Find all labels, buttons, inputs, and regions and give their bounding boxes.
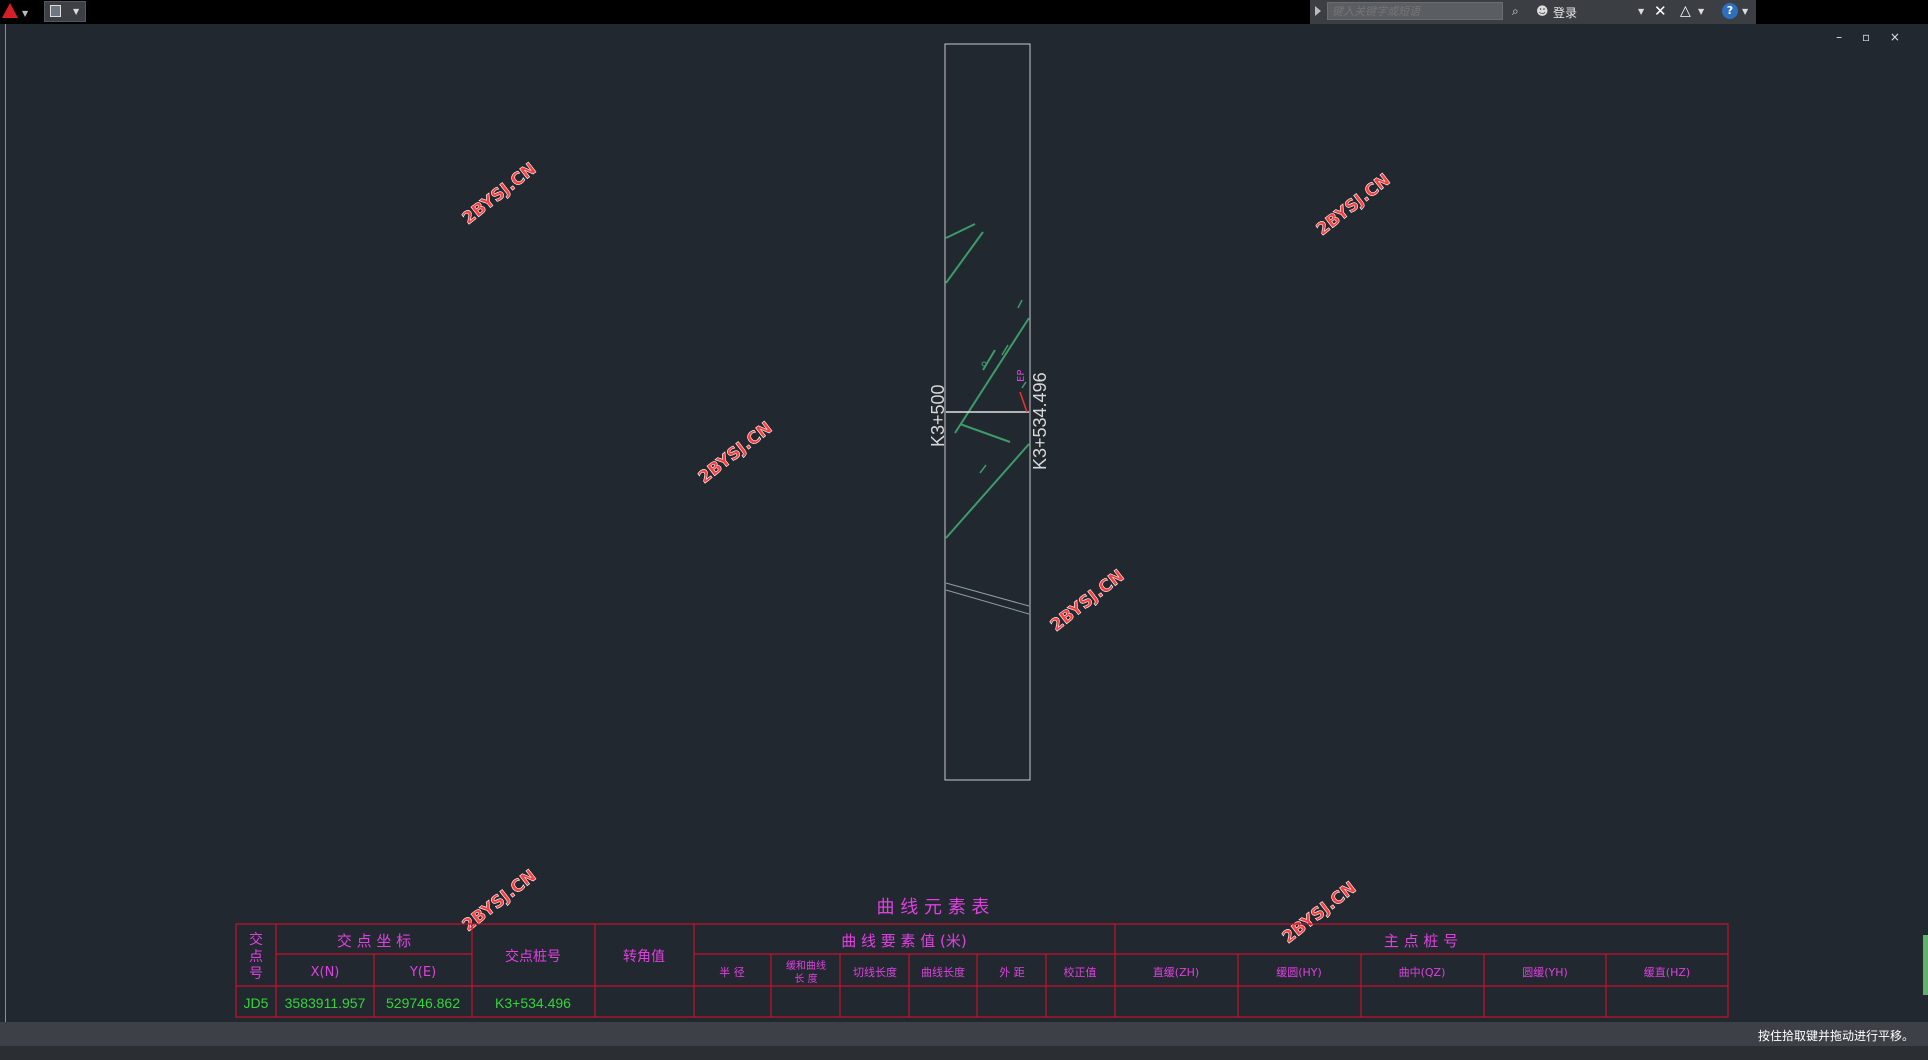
quick-access-button[interactable]: ▼ — [44, 1, 86, 22]
watermark: 2BYSJ.CN — [1279, 878, 1361, 948]
app-logo-icon[interactable] — [2, 3, 18, 18]
table-title: 曲 线 元 素 表 — [877, 897, 990, 918]
help-icon[interactable]: ? — [1722, 3, 1738, 19]
ep-label: EP — [1016, 370, 1027, 382]
station-left-label: K3+500 — [928, 384, 948, 447]
road-edge-lines — [945, 582, 1030, 615]
scrollbar-thumb[interactable] — [1923, 935, 1928, 995]
cell-station: K3+534.496 — [495, 995, 571, 1011]
ep-marker-line — [1019, 391, 1028, 413]
expand-arrow-icon[interactable] — [1315, 6, 1321, 16]
user-icon: ☻ — [1536, 4, 1549, 18]
header-spiral: 长 度 — [794, 972, 817, 985]
cell-x: 3583911.957 — [285, 995, 366, 1011]
header-qz: 曲中(QZ) — [1399, 966, 1446, 979]
watermark: 2BYSJ.CN — [1313, 170, 1395, 240]
watermark: 2BYSJ.CN — [695, 418, 777, 488]
login-dropdown-icon[interactable]: ▼ — [1638, 7, 1644, 16]
header-angle: 转角值 — [623, 949, 665, 965]
app-menu-arrow-icon[interactable]: ▼ — [22, 9, 28, 18]
watermark: 2BYSJ.CN — [1047, 566, 1129, 636]
header-y: Y(E) — [409, 965, 436, 980]
header-hz: 缓直(HZ) — [1644, 965, 1690, 979]
status-bar: 按住拾取键并拖动进行平移。 — [0, 1022, 1928, 1046]
document-icon — [50, 5, 61, 17]
title-bar: ▼ ▼ ⌕ ☻ 登录 ▼ ✕ △ ▼ ? ▼ — [0, 0, 1928, 24]
header-correction: 校正值 — [1064, 965, 1097, 979]
watermark: 2BYSJ.CN — [459, 866, 541, 936]
header-x: X(N) — [311, 965, 340, 980]
a360-icon[interactable]: △ — [1680, 3, 1691, 19]
header-station: 交点桩号 — [505, 948, 561, 965]
header-jd-char: 点 — [249, 949, 263, 965]
help-dropdown-icon[interactable]: ▼ — [1742, 7, 1748, 16]
header-radius: 半 径 — [719, 965, 745, 979]
header-spiral: 缓和曲线 — [786, 959, 826, 972]
header-jd-char: 交 — [249, 931, 263, 948]
header-tangent: 切线长度 — [853, 965, 897, 979]
station-right-label: K3+534.496 — [1030, 372, 1050, 470]
cell-jd: JD5 — [244, 995, 269, 1011]
cell-y: 529746.862 — [386, 995, 460, 1011]
header-coords: 交 点 坐 标 — [337, 932, 411, 950]
dropdown-arrow-icon: ▼ — [73, 7, 80, 16]
status-bar-lower — [0, 1046, 1928, 1060]
search-input[interactable] — [1327, 2, 1503, 20]
binoculars-icon[interactable]: ⌕ — [1512, 4, 1526, 18]
header-main-points: 主 点 桩 号 — [1384, 932, 1458, 950]
drawing-canvas[interactable]: EP K3+500 K3+534.496 2BYSJ.CN 2BYSJ.CN 2… — [0, 24, 1928, 1022]
header-jd-char: 号 — [249, 966, 263, 982]
exchange-icon[interactable]: ✕ — [1654, 2, 1667, 20]
watermark: 2BYSJ.CN — [459, 159, 541, 229]
a360-dropdown-icon[interactable]: ▼ — [1698, 7, 1704, 16]
header-curve-elements: 曲 线 要 素 值 (米) — [841, 932, 967, 950]
header-external: 外 距 — [999, 966, 1025, 979]
header-yh: 圆缓(YH) — [1522, 966, 1568, 979]
login-button[interactable]: 登录 — [1553, 4, 1577, 21]
header-zh: 直缓(ZH) — [1153, 965, 1199, 979]
status-message: 按住拾取键并拖动进行平移。 — [1757, 1029, 1914, 1043]
header-curve-len: 曲线长度 — [921, 965, 965, 979]
header-hy: 缓圆(HY) — [1276, 966, 1322, 979]
